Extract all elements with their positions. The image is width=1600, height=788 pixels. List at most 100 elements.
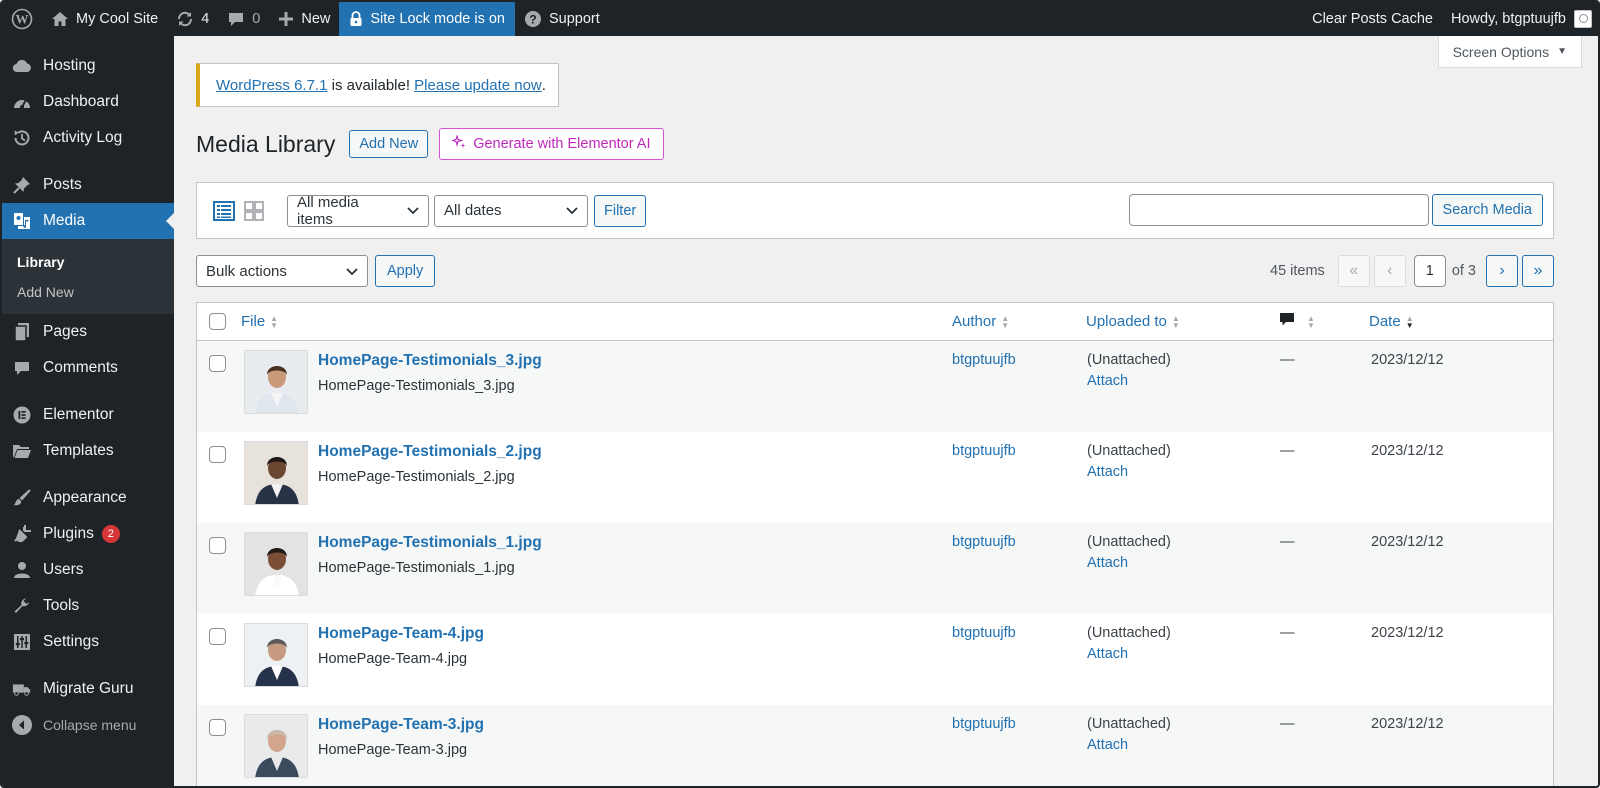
column-date-header[interactable]: Date ▲ ▼ — [1369, 313, 1414, 330]
table-row: HomePage-Team-4.jpg HomePage-Team-4.jpg … — [197, 614, 1553, 705]
bulk-actions-select[interactable]: Bulk actions — [196, 255, 368, 287]
submenu-item-add-new[interactable]: Add New — [2, 277, 174, 307]
apply-button[interactable]: Apply — [375, 255, 436, 287]
column-comments-header[interactable]: ▲ ▼ — [1279, 312, 1315, 331]
media-thumbnail[interactable] — [244, 350, 308, 414]
migrate-truck-icon — [12, 679, 32, 699]
attach-link[interactable]: Attach — [1087, 464, 1128, 480]
support-link[interactable]: ? Support — [515, 2, 609, 36]
sidebar-item-templates[interactable]: Templates — [2, 433, 174, 469]
wordpress-logo-icon[interactable]: W — [2, 2, 42, 36]
svg-text:W: W — [16, 12, 29, 27]
file-title-link[interactable]: HomePage-Team-3.jpg — [318, 716, 484, 734]
new-content-link[interactable]: New — [269, 2, 339, 36]
dashboard-gauge-icon — [12, 92, 32, 112]
sidebar-item-plugins[interactable]: Plugins 2 — [2, 516, 174, 552]
clear-cache-link[interactable]: Clear Posts Cache — [1303, 2, 1442, 36]
submenu-item-library[interactable]: Library — [2, 247, 174, 277]
generate-ai-label: Generate with Elementor AI — [473, 136, 651, 152]
last-page-button[interactable]: » — [1522, 255, 1554, 287]
author-link[interactable]: btgptuujfb — [952, 625, 1016, 641]
attach-link[interactable]: Attach — [1087, 373, 1128, 389]
column-author-label: Author — [952, 313, 997, 330]
collapse-arrow-icon — [12, 715, 32, 735]
dates-select[interactable]: All dates — [434, 194, 588, 227]
select-all-checkbox[interactable] — [209, 313, 226, 330]
sidebar-item-posts[interactable]: Posts — [2, 167, 174, 203]
first-page-button[interactable]: « — [1337, 255, 1370, 287]
chevron-down-icon — [346, 263, 358, 280]
sidebar-item-pages[interactable]: Pages — [2, 314, 174, 350]
row-checkbox[interactable] — [209, 355, 226, 372]
sidebar-item-tools[interactable]: Tools — [2, 588, 174, 624]
next-page-button[interactable]: › — [1486, 255, 1518, 287]
table-row: HomePage-Testimonials_2.jpg HomePage-Tes… — [197, 432, 1553, 523]
add-new-media-button[interactable]: Add New — [349, 130, 429, 158]
column-uploaded-to-header[interactable]: Uploaded to ▲ ▼ — [1086, 313, 1180, 330]
row-checkbox[interactable] — [209, 537, 226, 554]
filter-button[interactable]: Filter — [594, 194, 647, 227]
sidebar-item-migrate-guru[interactable]: Migrate Guru — [2, 671, 174, 707]
new-label: New — [301, 11, 331, 27]
sidebar-item-appearance[interactable]: Appearance — [2, 480, 174, 516]
sidebar-label-templates: Templates — [43, 442, 114, 459]
updates-count: 4 — [201, 11, 210, 27]
column-author-header[interactable]: Author ▲ ▼ — [952, 313, 1009, 330]
comments-link[interactable]: 0 — [218, 2, 269, 36]
media-thumbnail[interactable] — [244, 441, 308, 505]
sidebar-item-elementor[interactable]: Elementor — [2, 397, 174, 433]
column-uploaded-to-label: Uploaded to — [1086, 313, 1167, 330]
wordpress-version-link[interactable]: WordPress 6.7.1 — [216, 77, 327, 94]
collapse-menu-label: Collapse menu — [43, 717, 137, 733]
author-link[interactable]: btgptuujfb — [952, 352, 1016, 368]
sort-icon: ▲ ▼ — [1171, 313, 1180, 330]
file-title-link[interactable]: HomePage-Testimonials_3.jpg — [318, 352, 542, 370]
row-checkbox[interactable] — [209, 628, 226, 645]
site-name-link[interactable]: My Cool Site — [42, 2, 167, 36]
media-type-select[interactable]: All media items — [287, 194, 429, 228]
attach-link[interactable]: Attach — [1087, 555, 1128, 571]
sidebar-item-comments[interactable]: Comments — [2, 350, 174, 386]
author-link[interactable]: btgptuujfb — [952, 534, 1016, 550]
file-title-link[interactable]: HomePage-Testimonials_2.jpg — [318, 443, 542, 461]
row-checkbox[interactable] — [209, 446, 226, 463]
sidebar-item-users[interactable]: Users — [2, 552, 174, 588]
bulk-actions-value: Bulk actions — [206, 262, 287, 280]
author-link[interactable]: btgptuujfb — [952, 716, 1016, 732]
sidebar-item-hosting[interactable]: Hosting — [2, 48, 174, 84]
total-pages-label: of 3 — [1451, 263, 1476, 279]
file-title-link[interactable]: HomePage-Team-4.jpg — [318, 625, 484, 643]
grid-view-icon[interactable] — [243, 200, 265, 222]
previous-page-button[interactable]: ‹ — [1373, 255, 1406, 287]
list-view-icon[interactable] — [213, 200, 235, 222]
column-file-header[interactable]: File ▲ ▼ — [241, 313, 278, 330]
sidebar-item-dashboard[interactable]: Dashboard — [2, 84, 174, 120]
file-title-link[interactable]: HomePage-Testimonials_1.jpg — [318, 534, 542, 552]
update-now-link[interactable]: Please update now — [414, 77, 542, 94]
sidebar-item-activity-log[interactable]: Activity Log — [2, 120, 174, 156]
uploaded-to-status: (Unattached) — [1087, 534, 1171, 550]
media-thumbnail[interactable] — [244, 623, 308, 687]
search-media-button[interactable]: Search Media — [1431, 194, 1543, 226]
site-lock-link[interactable]: Site Lock mode is on — [339, 2, 515, 36]
sidebar-item-settings[interactable]: Settings — [2, 624, 174, 660]
generate-with-elementor-ai-button[interactable]: Generate with Elementor AI — [439, 128, 664, 160]
upload-date: 2023/12/12 — [1371, 625, 1444, 641]
current-page-input[interactable]: 1 — [1413, 255, 1446, 287]
search-media-input[interactable] — [1129, 194, 1429, 226]
upload-date: 2023/12/12 — [1371, 443, 1444, 459]
updates-link[interactable]: 4 — [167, 2, 218, 36]
clear-cache-label: Clear Posts Cache — [1312, 11, 1433, 27]
sidebar-item-media[interactable]: Media — [2, 203, 174, 239]
media-thumbnail[interactable] — [244, 714, 308, 778]
collapse-menu-button[interactable]: Collapse menu — [2, 707, 174, 743]
svg-text:?: ? — [529, 13, 536, 27]
attach-link[interactable]: Attach — [1087, 646, 1128, 662]
author-link[interactable]: btgptuujfb — [952, 443, 1016, 459]
screen-options-button[interactable]: Screen Options ▼ — [1437, 36, 1582, 68]
row-checkbox[interactable] — [209, 719, 226, 736]
media-thumbnail[interactable] — [244, 532, 308, 596]
comment-count: — — [1280, 716, 1295, 732]
user-account-menu[interactable]: Howdy, btgptuujfb — [1442, 2, 1598, 36]
attach-link[interactable]: Attach — [1087, 737, 1128, 753]
